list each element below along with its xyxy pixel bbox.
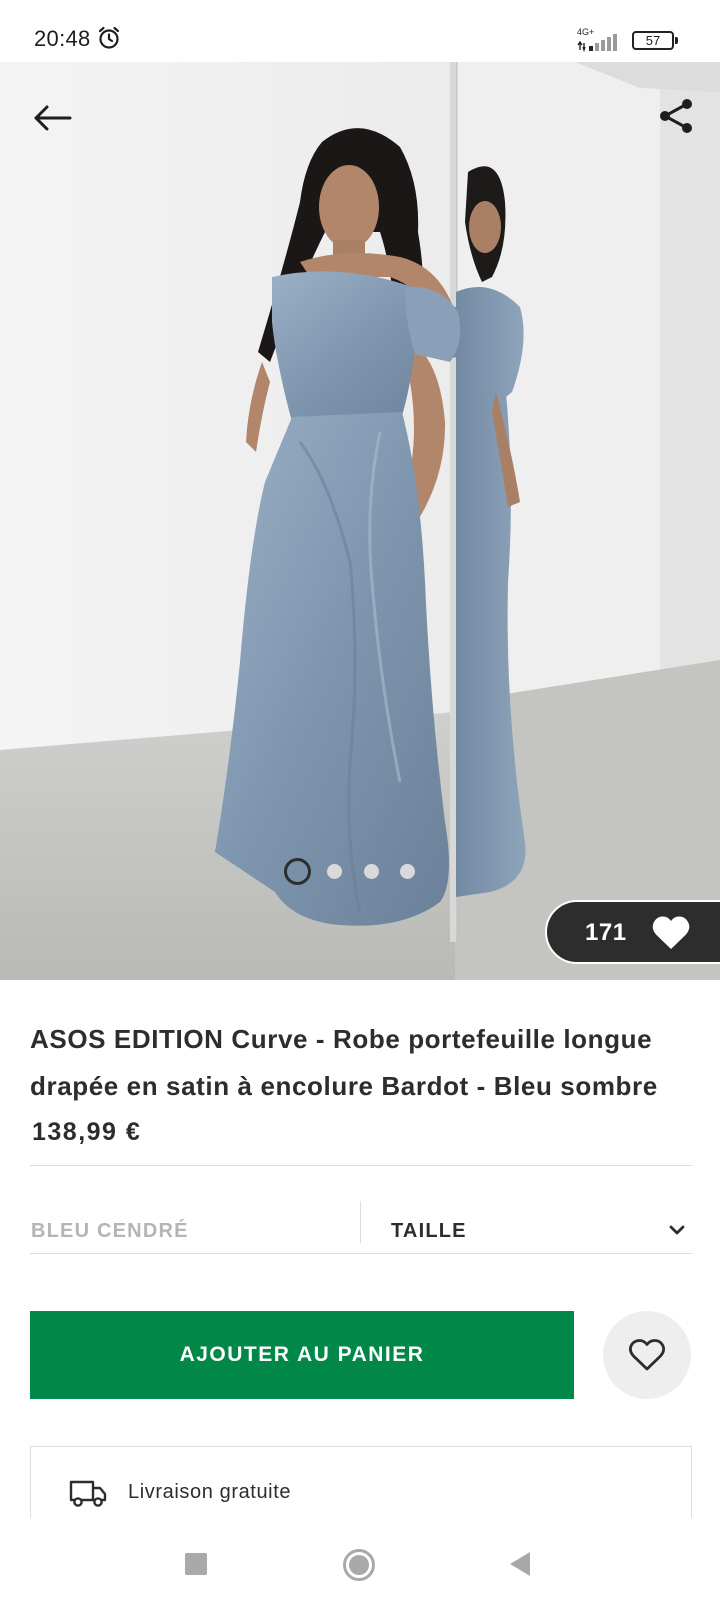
- delivery-text: Livraison gratuite: [128, 1481, 292, 1503]
- carousel-dot-1[interactable]: [284, 858, 311, 885]
- arrow-left-icon: [34, 105, 72, 131]
- share-button[interactable]: [650, 90, 702, 142]
- favorites-count-badge[interactable]: 171: [545, 900, 720, 964]
- product-image-carousel[interactable]: 171: [0, 62, 720, 980]
- add-to-cart-button[interactable]: AJOUTER AU PANIER: [30, 1311, 574, 1399]
- carousel-dot-4[interactable]: [400, 864, 415, 879]
- favorites-count: 171: [585, 919, 627, 946]
- battery-icon: 57: [632, 31, 678, 50]
- carousel-dot-3[interactable]: [364, 864, 379, 879]
- share-icon: [660, 99, 692, 133]
- back-button[interactable]: [26, 92, 78, 144]
- color-label: BLEU CENDRÉ: [31, 1220, 189, 1242]
- home-button[interactable]: [342, 1548, 376, 1582]
- product-price: 138,99 €: [32, 1118, 142, 1146]
- wishlist-button[interactable]: [603, 1311, 691, 1399]
- status-time: 20:48: [34, 26, 91, 51]
- signal-icon: [577, 34, 617, 52]
- carousel-dot-2[interactable]: [327, 864, 342, 879]
- product-title: ASOS EDITION Curve - Robe portefeuille l…: [30, 1024, 658, 1101]
- system-back-button[interactable]: [508, 1550, 532, 1578]
- delivery-info-card[interactable]: Livraison gratuite: [30, 1446, 692, 1526]
- alarm-icon: [98, 26, 120, 49]
- divider: [30, 1253, 692, 1254]
- size-select[interactable]: TAILLE: [361, 1196, 692, 1248]
- heart-filled-icon: [652, 916, 690, 949]
- recent-apps-button[interactable]: [185, 1553, 207, 1575]
- truck-icon: [69, 1480, 107, 1507]
- divider: [30, 1165, 692, 1166]
- size-select-label: TAILLE: [391, 1220, 467, 1242]
- product-photo: [0, 62, 720, 980]
- status-bar: 20:48 4G+ 57: [0, 0, 720, 62]
- heart-outline-icon: [629, 1339, 665, 1371]
- chevron-down-icon: [669, 1225, 685, 1235]
